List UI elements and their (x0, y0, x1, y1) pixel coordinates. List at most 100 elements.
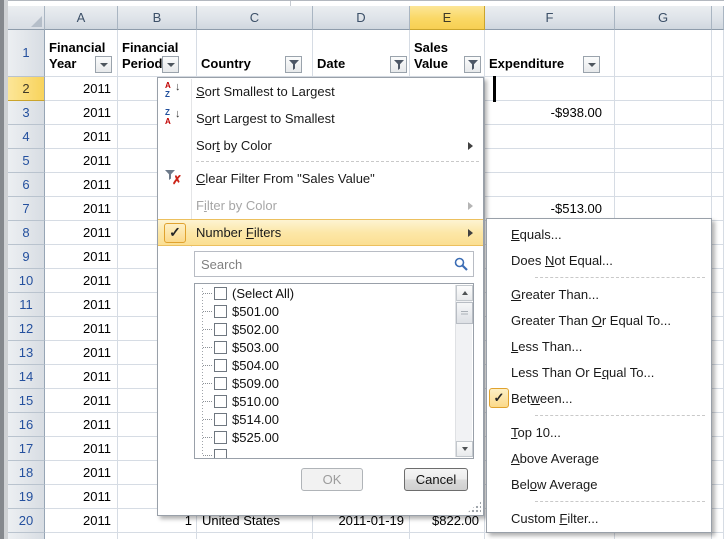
list-scrollbar[interactable] (455, 285, 472, 457)
row-header[interactable]: 5 (8, 149, 45, 173)
spreadsheet-cell[interactable] (712, 245, 724, 269)
menu-item-clear-filter[interactable]: ✗ Clear Filter From "Sales Value" (158, 165, 483, 192)
cell-sliver-1[interactable] (712, 30, 724, 77)
spreadsheet-cell[interactable]: 2011 (45, 173, 118, 197)
spreadsheet-cell[interactable]: 2011 (45, 269, 118, 293)
cell-d1-date[interactable]: Date (313, 30, 410, 77)
submenu-item[interactable]: ✓ Equals... (487, 221, 711, 247)
item-checkbox[interactable] (214, 341, 227, 354)
spreadsheet-cell[interactable] (712, 341, 724, 365)
spreadsheet-cell[interactable] (712, 173, 724, 197)
row-header[interactable]: 8 (8, 221, 45, 245)
autofilter-button-sales-value-filtered[interactable] (464, 56, 481, 73)
spreadsheet-cell[interactable] (712, 269, 724, 293)
spreadsheet-cell[interactable] (313, 533, 410, 539)
item-checkbox[interactable] (214, 413, 227, 426)
cell-b1-financial-period[interactable]: Financial Period (118, 30, 197, 77)
spreadsheet-cell[interactable] (712, 125, 724, 149)
column-header-g[interactable]: G (615, 6, 712, 30)
row-header[interactable]: 3 (8, 101, 45, 125)
column-header-a[interactable]: A (45, 6, 118, 30)
row-header[interactable]: 18 (8, 461, 45, 485)
spreadsheet-cell[interactable]: 2011 (45, 245, 118, 269)
cancel-button[interactable]: Cancel (404, 468, 468, 491)
cell-g1[interactable] (615, 30, 712, 77)
list-item[interactable]: $503.00 (195, 338, 473, 356)
spreadsheet-cell[interactable] (712, 533, 724, 539)
autofilter-button-year[interactable] (95, 56, 112, 73)
menu-item-filter-by-color[interactable]: Filter by Color (158, 192, 483, 219)
list-item[interactable]: $509.00 (195, 374, 473, 392)
cell-e1-sales-value[interactable]: Sales Value (410, 30, 485, 77)
spreadsheet-cell[interactable]: 2011 (45, 341, 118, 365)
column-header-d[interactable]: D (313, 6, 410, 30)
scrollbar-thumb[interactable] (456, 302, 473, 324)
column-header-c[interactable]: C (197, 6, 313, 30)
row-header[interactable]: 9 (8, 245, 45, 269)
row-header[interactable]: 19 (8, 485, 45, 509)
row-header[interactable]: 15 (8, 389, 45, 413)
item-checkbox[interactable] (214, 359, 227, 372)
cell-a1-financial-year[interactable]: Financial Year (45, 30, 118, 77)
row-header-20[interactable]: 20 (8, 509, 45, 533)
spreadsheet-cell[interactable] (712, 221, 724, 245)
spreadsheet-cell[interactable] (712, 413, 724, 437)
submenu-item[interactable]: ✓ Below Average (487, 471, 711, 497)
spreadsheet-cell[interactable]: 2011 (45, 365, 118, 389)
list-item[interactable]: $501.00 (195, 302, 473, 320)
submenu-item[interactable]: ✓ Greater Than... (487, 281, 711, 307)
column-header-sliver[interactable] (712, 6, 724, 30)
row-header[interactable]: 12 (8, 317, 45, 341)
spreadsheet-cell[interactable] (485, 533, 615, 539)
spreadsheet-cell[interactable] (197, 533, 313, 539)
spreadsheet-cell[interactable] (712, 509, 724, 533)
spreadsheet-cell[interactable]: 2011 (45, 509, 118, 533)
autofilter-button-expenditure[interactable] (583, 56, 600, 73)
spreadsheet-cell[interactable] (712, 317, 724, 341)
column-header-e-selected[interactable]: E (410, 6, 485, 30)
list-item[interactable]: $525.00 (195, 428, 473, 446)
row-header[interactable]: 13 (8, 341, 45, 365)
spreadsheet-cell[interactable] (485, 173, 615, 197)
submenu-item[interactable]: ✓ Less Than Or Equal To... (487, 359, 711, 385)
spreadsheet-cell[interactable] (410, 533, 485, 539)
spreadsheet-cell[interactable] (615, 149, 712, 173)
list-item-partial[interactable] (195, 446, 473, 459)
row-header[interactable]: 16 (8, 413, 45, 437)
resize-grip[interactable] (467, 501, 481, 513)
row-header-1[interactable]: 1 (8, 30, 45, 77)
item-checkbox[interactable] (214, 377, 227, 390)
list-item[interactable]: $504.00 (195, 356, 473, 374)
cell-f1-expenditure[interactable]: Expenditure (485, 30, 615, 77)
spreadsheet-cell[interactable] (45, 533, 118, 539)
column-header-f[interactable]: F (485, 6, 615, 30)
spreadsheet-cell[interactable]: 2011 (45, 389, 118, 413)
row-header[interactable]: 10 (8, 269, 45, 293)
scroll-down-button[interactable] (456, 441, 473, 457)
spreadsheet-cell[interactable] (485, 125, 615, 149)
spreadsheet-cell[interactable]: 2011 (45, 125, 118, 149)
row-header[interactable]: 7 (8, 197, 45, 221)
autofilter-button-period[interactable] (162, 56, 179, 73)
spreadsheet-cell[interactable] (712, 293, 724, 317)
submenu-item[interactable]: ✓ (487, 273, 711, 281)
submenu-item[interactable]: ✓ Between... (487, 385, 711, 411)
submenu-item[interactable]: ✓ Greater Than Or Equal To... (487, 307, 711, 333)
list-item[interactable]: $514.00 (195, 410, 473, 428)
spreadsheet-cell[interactable] (712, 365, 724, 389)
select-all-corner[interactable] (8, 6, 45, 30)
menu-item-sort-smallest[interactable]: AZ↓ Sort Smallest to Largest (158, 78, 483, 105)
row-header[interactable]: 4 (8, 125, 45, 149)
item-checkbox[interactable] (214, 305, 227, 318)
menu-item-sort-by-color[interactable]: Sort by Color (158, 132, 483, 159)
cell-c1-country[interactable]: Country (197, 30, 313, 77)
spreadsheet-cell[interactable]: 2011 (45, 221, 118, 245)
item-checkbox[interactable] (214, 395, 227, 408)
row-header[interactable]: 14 (8, 365, 45, 389)
submenu-item[interactable]: ✓ Custom Filter... (487, 505, 711, 531)
autofilter-button-country-filtered[interactable] (285, 56, 302, 73)
submenu-item[interactable]: ✓ Above Average (487, 445, 711, 471)
spreadsheet-cell[interactable] (615, 173, 712, 197)
spreadsheet-cell[interactable]: 2011 (45, 413, 118, 437)
search-input[interactable] (194, 251, 474, 277)
